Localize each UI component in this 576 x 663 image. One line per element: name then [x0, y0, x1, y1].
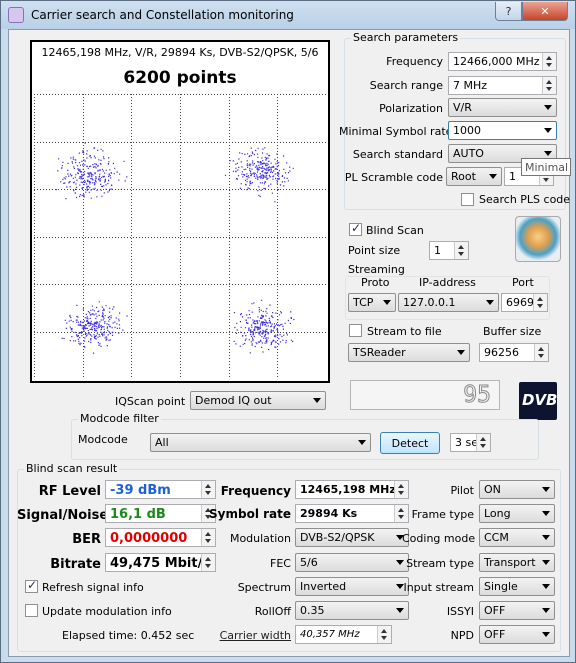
help-button[interactable]: ? — [495, 2, 522, 21]
issyi-label: ISSYI — [446, 605, 474, 618]
spectrum-select[interactable]: Inverted — [295, 577, 409, 596]
search-range-label: Search range — [369, 79, 443, 92]
rf-level-label: RF Level — [38, 484, 101, 499]
proto-select[interactable]: TCP — [348, 293, 396, 312]
frequency-label: Frequency — [386, 55, 443, 68]
blind-scan-label: Blind Scan — [366, 224, 424, 237]
coding-mode-select[interactable]: CCM — [479, 528, 555, 547]
result-group-title: Blind scan result — [24, 462, 120, 475]
search-pls-label: Search PLS code — [479, 193, 571, 206]
proto-label: Proto — [361, 276, 390, 289]
update-modulation-label: Update modulation info — [42, 605, 172, 618]
cosmonaut-image[interactable] — [515, 216, 561, 262]
refresh-signal-label: Refresh signal info — [42, 581, 144, 594]
stream-type-select[interactable]: Transport — [479, 553, 555, 572]
spectrum-label: Spectrum — [237, 581, 291, 594]
close-button[interactable]: ✕ — [522, 2, 568, 21]
modcode-label: Modcode — [78, 433, 128, 446]
result-frequency-label: Frequency — [220, 484, 291, 498]
modcode-group-title: Modcode filter — [78, 412, 161, 425]
title-bar: Carrier search and Constellation monitor… — [1, 1, 575, 29]
iqscan-select[interactable]: Demod IQ out — [190, 391, 326, 410]
bitrate-value: 49,475 Mbit/s — [105, 553, 216, 572]
modulation-label: Modulation — [229, 532, 291, 545]
iqscan-label: IQScan point — [115, 395, 186, 408]
fec-label: FEC — [270, 557, 291, 570]
refresh-signal-checkbox[interactable] — [25, 578, 38, 593]
constellation-plot — [34, 94, 326, 379]
signal-noise-label: Signal/Noise — [17, 508, 109, 523]
main-window: Carrier search and Constellation monitor… — [0, 0, 576, 663]
issyi-select[interactable]: OFF — [479, 601, 555, 620]
ip-select[interactable]: 127.0.0.1 — [398, 293, 499, 312]
app-icon — [8, 7, 24, 23]
detect-interval-input[interactable]: 3 sec — [450, 433, 491, 452]
point-size-label: Point size — [348, 244, 401, 257]
frame-type-label: Frame type — [411, 508, 474, 521]
pilot-select[interactable]: ON — [479, 480, 555, 499]
port-input[interactable]: 6969 — [501, 293, 548, 312]
bitrate-label: Bitrate — [50, 557, 101, 572]
search-pls-checkbox[interactable] — [461, 193, 474, 206]
search-parameters-title: Search parameters — [351, 31, 461, 44]
symbol-rate-label: Symbol rate — [209, 507, 291, 521]
rolloff-select[interactable]: 0.35 — [295, 601, 409, 620]
signal-display: 95 — [350, 380, 500, 410]
polarization-label: Polarization — [379, 102, 443, 115]
result-frequency-value: 12465,198 MHz — [295, 480, 409, 499]
ber-label: BER — [72, 532, 101, 547]
points-count: 6200 points — [123, 68, 237, 88]
modulation-select[interactable]: DVB-S2/QPSK — [295, 528, 409, 547]
npd-select[interactable]: OFF — [479, 625, 555, 644]
fec-select[interactable]: 5/6 — [295, 553, 409, 572]
input-stream-select[interactable]: Single — [479, 577, 555, 596]
npd-label: NPD — [450, 629, 474, 642]
reader-select[interactable]: TSReader — [348, 343, 470, 362]
stream-to-file-label: Stream to file — [367, 325, 442, 338]
stream-to-file-checkbox[interactable] — [349, 324, 362, 337]
search-standard-label: Search standard — [352, 148, 443, 161]
update-modulation-checkbox[interactable] — [25, 604, 38, 617]
buffer-size-input[interactable]: 96256 — [479, 343, 549, 362]
blind-scan-checkbox[interactable] — [349, 221, 362, 236]
buffer-size-label: Buffer size — [483, 325, 542, 338]
carrier-width-label[interactable]: Carrier width — [209, 629, 291, 642]
frequency-input[interactable]: 12466,000 MHz — [448, 52, 557, 71]
symbol-rate-value: 29894 Ks — [295, 504, 409, 523]
elapsed-time: Elapsed time: 0.452 sec — [62, 629, 195, 642]
polarization-select[interactable]: V/R — [448, 98, 557, 117]
modcode-select[interactable]: All — [150, 433, 371, 452]
input-stream-label: Input stream — [403, 581, 474, 594]
tooltip: Minimal S — [521, 158, 571, 176]
minimal-symbol-rate-label: Minimal Symbol rate — [339, 125, 453, 138]
stream-type-label: Stream type — [406, 557, 474, 570]
dvb-logo: DVB — [519, 382, 558, 420]
search-range-input[interactable]: 7 MHz — [448, 76, 557, 95]
constellation-panel: 12465,198 MHz, V/R, 29894 Ks, DVB-S2/QPS… — [30, 40, 330, 383]
pl-scramble-mode-select[interactable]: Root — [446, 167, 502, 186]
point-size-input[interactable]: 1 — [429, 241, 469, 260]
frame-type-select[interactable]: Long — [479, 504, 555, 523]
window-title: Carrier search and Constellation monitor… — [31, 8, 294, 22]
detect-button[interactable]: Detect — [380, 432, 440, 454]
ip-label: IP-address — [419, 276, 476, 289]
minimal-symbol-rate-select[interactable]: 1000 — [448, 121, 557, 140]
streaming-label: Streaming — [348, 263, 405, 276]
ber-value: 0,0000000 — [105, 528, 216, 547]
plot-header: 12465,198 MHz, V/R, 29894 Ks, DVB-S2/QPS… — [41, 46, 319, 59]
client-area: 12465,198 MHz, V/R, 29894 Ks, DVB-S2/QPS… — [8, 29, 571, 657]
port-label: Port — [512, 276, 534, 289]
pilot-label: Pilot — [450, 484, 474, 497]
signal-noise-value: 16,1 dB — [105, 504, 216, 523]
pl-scramble-label: PL Scramble code — [344, 171, 443, 184]
constellation-points — [55, 142, 295, 354]
carrier-width-value: 40,357 MHz — [295, 625, 392, 644]
coding-mode-label: Coding mode — [402, 532, 476, 545]
rolloff-label: RollOff — [254, 605, 291, 618]
rf-level-value: -39 dBm — [105, 480, 216, 499]
